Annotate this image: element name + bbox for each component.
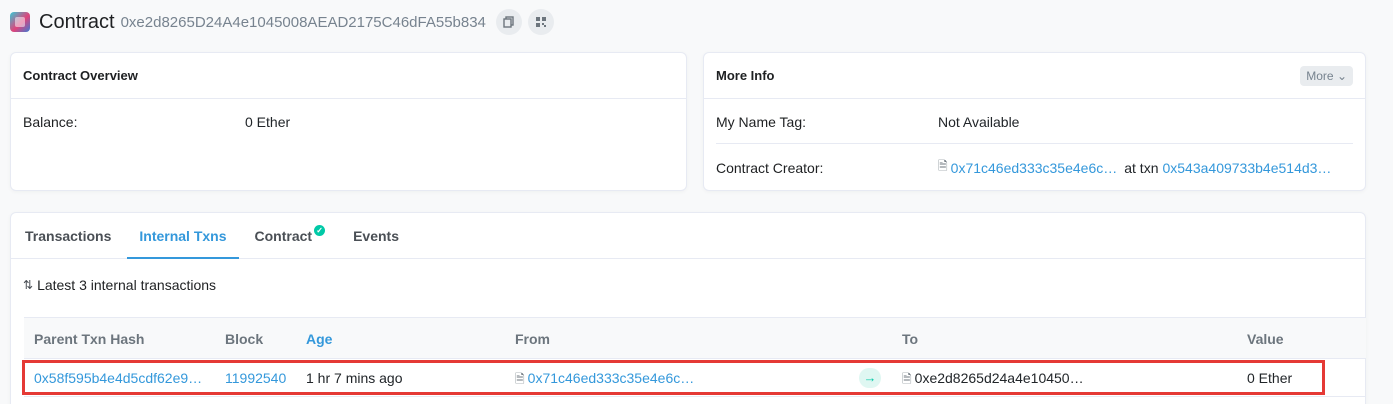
chevron-down-icon: ⌄ (1336, 68, 1347, 83)
tab-events[interactable]: Events (341, 213, 411, 258)
contract-overview-card: Contract Overview Balance: 0 Ether (10, 52, 687, 191)
from-cell: 🗎 0x71c46ed333c35e4e6c… (515, 370, 694, 391)
balance-value: 0 Ether (245, 114, 291, 130)
parent-txn-hash-link[interactable]: 0x58f595b4e4d5cdf62e9… (34, 370, 202, 386)
col-age[interactable]: Age (306, 331, 332, 347)
balance-row: Balance: 0 Ether (11, 99, 686, 130)
more-button[interactable]: More ⌄ (1300, 65, 1353, 86)
balance-label: Balance: (23, 114, 78, 130)
col-value: Value (1247, 331, 1284, 347)
col-from: From (515, 331, 550, 347)
qr-code-icon[interactable] (527, 9, 554, 35)
col-parent-txn-hash: Parent Txn Hash (34, 331, 145, 347)
name-tag-value: Not Available (938, 114, 1020, 130)
more-info-title: More Info (716, 68, 775, 83)
summary-text: Latest 3 internal transactions (37, 277, 217, 293)
internal-txns-table: Parent Txn Hash Block Age From To Value … (24, 317, 1366, 397)
sort-icon: ⇅ (23, 278, 34, 292)
tab-contract-label: Contract (254, 227, 313, 244)
col-to: To (902, 331, 919, 347)
contract-address: 0xe2d8265D24A4e1045008AEAD2175C46dFA55b8… (120, 13, 486, 31)
document-icon: 🗎 (902, 372, 912, 386)
value-cell: 0 Ether (1247, 370, 1293, 386)
more-button-label: More (1306, 68, 1334, 83)
page-title: Contract (39, 10, 115, 33)
tab-bar: Transactions Internal Txns Contract ✓ Ev… (11, 213, 1365, 259)
at-txn-label: at txn (1124, 159, 1159, 176)
verified-check-icon: ✓ (314, 225, 326, 236)
page-header: Contract 0xe2d8265D24A4e1045008AEAD2175C… (10, 7, 560, 37)
more-info-header: More Info More ⌄ (704, 53, 1365, 99)
contract-creator-label: Contract Creator: (716, 159, 824, 176)
tab-contract[interactable]: Contract ✓ (243, 213, 338, 258)
document-icon: 🗎 (938, 159, 948, 173)
age-value: 1 hr 7 mins ago (306, 370, 403, 386)
tab-transactions[interactable]: Transactions (13, 213, 123, 258)
to-cell: 🗎 0xe2d8265d24a4e10450… (902, 370, 1084, 391)
document-icon: 🗎 (515, 372, 525, 386)
tab-internal-txns[interactable]: Internal Txns (127, 213, 239, 259)
copy-icon[interactable] (495, 9, 522, 35)
block-link[interactable]: 11992540 (225, 370, 286, 386)
arrow-right-icon: → (859, 368, 881, 388)
col-block: Block (225, 331, 264, 347)
more-info-card: More Info More ⌄ My Name Tag: Not Availa… (703, 52, 1366, 191)
summary-line: ⇅ Latest 3 internal transactions (23, 277, 216, 293)
table-row: 0x58f595b4e4d5cdf62e9… 11992540 1 hr 7 m… (24, 359, 1366, 397)
transactions-card: Transactions Internal Txns Contract ✓ Ev… (10, 212, 1366, 404)
to-address: 0xe2d8265d24a4e10450… (914, 370, 1084, 386)
name-tag-label: My Name Tag: (716, 114, 806, 130)
overview-title: Contract Overview (11, 53, 686, 99)
from-address-link[interactable]: 0x71c46ed333c35e4e6c… (528, 370, 695, 386)
name-tag-row: My Name Tag: Not Available (704, 99, 1365, 130)
contract-creator-row: Contract Creator: 🗎 0x71c46ed333c35e4e6c… (704, 144, 1365, 178)
creator-address-link[interactable]: 0x71c46ed333c35e4e6c… (951, 160, 1118, 176)
contract-logo-icon (10, 12, 30, 32)
creator-txn-link[interactable]: 0x543a409733b4e514d3… (1162, 160, 1331, 176)
table-header: Parent Txn Hash Block Age From To Value (24, 317, 1366, 359)
